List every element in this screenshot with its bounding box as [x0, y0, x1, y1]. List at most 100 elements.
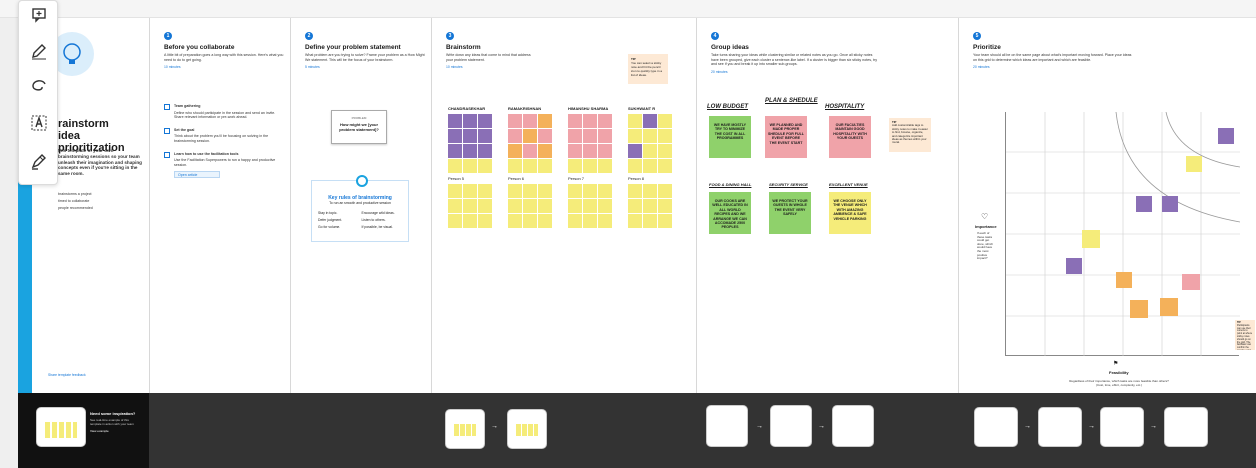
sticky-note[interactable]	[508, 129, 522, 143]
grid-note[interactable]	[1160, 298, 1178, 316]
sticky-note[interactable]	[508, 159, 522, 173]
sticky-note[interactable]	[598, 199, 612, 213]
sticky-note[interactable]: WE PLANNED AND MADE PROPER SHEDULE FOR F…	[765, 116, 807, 158]
sticky-note[interactable]	[643, 199, 657, 213]
sticky-note[interactable]	[448, 129, 462, 143]
sticky-note[interactable]	[568, 199, 582, 213]
sticky-note[interactable]	[463, 184, 477, 198]
sticky-note[interactable]	[583, 159, 597, 173]
text-tool-icon[interactable]	[27, 111, 51, 135]
sticky-note[interactable]	[538, 159, 552, 173]
checkbox[interactable]	[164, 151, 170, 158]
sticky-note[interactable]	[658, 214, 672, 228]
sticky-note[interactable]	[508, 184, 522, 198]
sticky-note[interactable]	[643, 114, 657, 128]
feedback-link[interactable]: Share template feedback	[48, 373, 86, 377]
sticky-note[interactable]: OUR FACULTIES MAINTAIN GOOD HOSPITALITY …	[829, 116, 871, 158]
sticky-note[interactable]: WE HAVE MOSTLY TRY TO MINIMIZE THE COST …	[709, 116, 751, 158]
grid-note[interactable]	[1218, 128, 1234, 144]
checkbox[interactable]	[164, 127, 170, 134]
sticky-note[interactable]	[478, 214, 492, 228]
sticky-note[interactable]	[508, 199, 522, 213]
sticky-note[interactable]	[463, 214, 477, 228]
sticky-note[interactable]	[628, 199, 642, 213]
grid-note[interactable]	[1082, 230, 1100, 248]
sticky-note[interactable]	[628, 159, 642, 173]
sticky-note[interactable]	[643, 184, 657, 198]
sticky-note[interactable]	[448, 184, 462, 198]
highlighter-icon[interactable]	[27, 149, 51, 173]
sticky-note[interactable]	[628, 184, 642, 198]
sticky-note[interactable]: WE CHOOSE ONLY THE VENUE WHICH WITH AMAZ…	[829, 192, 871, 234]
lasso-icon[interactable]	[27, 75, 51, 99]
grid-note[interactable]	[1130, 300, 1148, 318]
pen-icon[interactable]	[27, 39, 51, 63]
sticky-note[interactable]	[568, 144, 582, 158]
sticky-note[interactable]	[508, 214, 522, 228]
sticky-note[interactable]	[598, 159, 612, 173]
grid-note[interactable]	[1066, 258, 1082, 274]
sticky-note[interactable]	[538, 199, 552, 213]
sticky-note[interactable]	[643, 159, 657, 173]
sticky-note[interactable]	[538, 114, 552, 128]
open-article-button[interactable]: Open article	[174, 171, 220, 179]
grid-note[interactable]	[1182, 274, 1200, 290]
sticky-note[interactable]	[583, 129, 597, 143]
sticky-note[interactable]	[643, 144, 657, 158]
sticky-note[interactable]	[568, 114, 582, 128]
sticky-note[interactable]	[463, 114, 477, 128]
sticky-note[interactable]	[523, 114, 537, 128]
sticky-note[interactable]	[448, 159, 462, 173]
sticky-note[interactable]	[448, 199, 462, 213]
sticky-note[interactable]	[598, 144, 612, 158]
sticky-note[interactable]	[598, 129, 612, 143]
sticky-note[interactable]	[568, 129, 582, 143]
sticky-note[interactable]	[658, 184, 672, 198]
sticky-note[interactable]	[583, 214, 597, 228]
sticky-note[interactable]	[448, 214, 462, 228]
sticky-note[interactable]	[658, 129, 672, 143]
example-thumbnail[interactable]	[36, 407, 86, 447]
sticky-note[interactable]	[523, 144, 537, 158]
grid-note[interactable]	[1136, 196, 1152, 212]
sticky-note[interactable]	[523, 159, 537, 173]
sticky-note[interactable]	[568, 214, 582, 228]
sticky-note[interactable]	[478, 184, 492, 198]
sticky-note[interactable]	[523, 129, 537, 143]
sticky-note[interactable]	[538, 184, 552, 198]
sticky-note[interactable]	[568, 184, 582, 198]
sticky-note[interactable]	[628, 144, 642, 158]
view-example-button[interactable]: View example	[90, 429, 140, 433]
sticky-note[interactable]	[523, 214, 537, 228]
sticky-note[interactable]	[508, 114, 522, 128]
sticky-note[interactable]	[538, 129, 552, 143]
sticky-note[interactable]	[478, 199, 492, 213]
sticky-note[interactable]	[448, 144, 462, 158]
sticky-note[interactable]	[523, 184, 537, 198]
sticky-note[interactable]	[463, 144, 477, 158]
sticky-note[interactable]: OUR COOKS ARE WELL EDUCATED IN ALL WORLD…	[709, 192, 751, 234]
sticky-note[interactable]	[538, 214, 552, 228]
sticky-note[interactable]	[478, 144, 492, 158]
grid-note[interactable]	[1162, 196, 1178, 212]
sticky-note[interactable]	[658, 114, 672, 128]
sticky-note[interactable]	[508, 144, 522, 158]
grid-note[interactable]	[1186, 156, 1202, 172]
sticky-note[interactable]	[568, 159, 582, 173]
sticky-note[interactable]	[598, 214, 612, 228]
sticky-note[interactable]	[583, 114, 597, 128]
sticky-note[interactable]	[658, 159, 672, 173]
comment-icon[interactable]	[27, 3, 51, 27]
sticky-note[interactable]	[463, 199, 477, 213]
sticky-note[interactable]	[583, 144, 597, 158]
sticky-note[interactable]	[523, 199, 537, 213]
sticky-note[interactable]	[628, 214, 642, 228]
sticky-note[interactable]	[643, 129, 657, 143]
sticky-note[interactable]	[643, 214, 657, 228]
sticky-note[interactable]	[478, 114, 492, 128]
sticky-note[interactable]	[628, 114, 642, 128]
sticky-note[interactable]	[448, 114, 462, 128]
sticky-note[interactable]	[628, 129, 642, 143]
sticky-note[interactable]	[478, 159, 492, 173]
sticky-note[interactable]	[538, 144, 552, 158]
